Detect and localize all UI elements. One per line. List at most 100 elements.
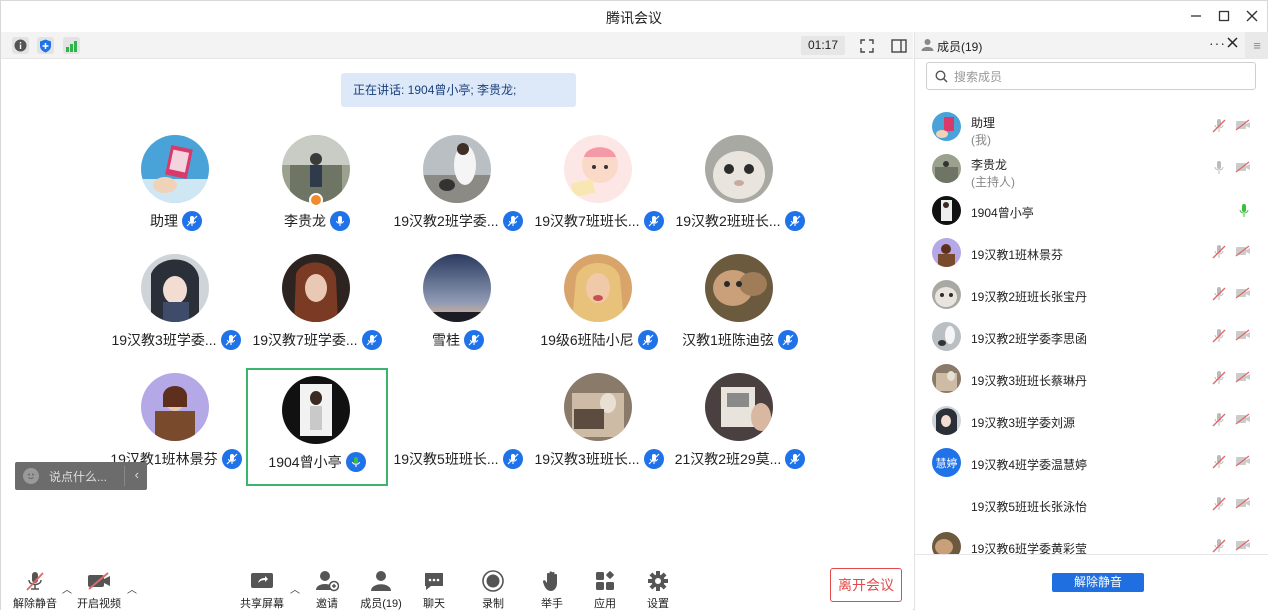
- hamburger-menu-icon[interactable]: ≡: [1245, 32, 1268, 59]
- member-row[interactable]: 19汉教6班学委黄彩莹: [915, 526, 1268, 554]
- chat-label: 聊天: [423, 598, 445, 610]
- share-screen-button[interactable]: 共享屏幕: [237, 569, 287, 610]
- invite-button[interactable]: 邀请: [302, 569, 352, 610]
- video-off-icon: [86, 569, 112, 592]
- video-off-icon[interactable]: [1235, 539, 1251, 554]
- participant-tile[interactable]: 19汉教2班班长...: [669, 127, 811, 245]
- video-off-icon[interactable]: [1235, 413, 1251, 428]
- participant-tile[interactable]: 19汉教3班班长...: [528, 365, 670, 483]
- avatar: [705, 254, 773, 322]
- member-row[interactable]: 19汉教3班学委刘源: [915, 400, 1268, 442]
- share-options-caret-icon[interactable]: ︿: [290, 581, 300, 596]
- start-video-button[interactable]: 开启视频: [74, 569, 124, 610]
- muted-microphone-icon[interactable]: [1212, 244, 1226, 263]
- video-off-icon[interactable]: [1235, 119, 1251, 134]
- muted-microphone-icon[interactable]: [1212, 496, 1226, 515]
- participant-tile[interactable]: 助理: [105, 127, 247, 245]
- fullscreen-icon[interactable]: [857, 36, 877, 55]
- microphone-active-icon[interactable]: [1238, 203, 1250, 222]
- muted-microphone-icon[interactable]: [1212, 370, 1226, 389]
- avatar: [932, 238, 961, 267]
- muted-microphone-icon[interactable]: [1212, 118, 1226, 137]
- member-row[interactable]: 19汉教3班班长蔡琳丹: [915, 358, 1268, 400]
- quick-chat-input[interactable]: 说点什么... ‹: [15, 462, 147, 490]
- apps-button[interactable]: 应用: [580, 569, 630, 610]
- participant-tile[interactable]: 19汉教5班班长...: [387, 365, 529, 483]
- video-options-caret-icon[interactable]: ︿: [127, 581, 137, 596]
- member-row[interactable]: 慧婷 19汉教4班学委温慧婷: [915, 442, 1268, 484]
- participant-tile[interactable]: 19汉教2班学委...: [387, 127, 529, 245]
- participant-tile[interactable]: 汉教1班陈迪弦: [669, 246, 811, 364]
- video-off-icon[interactable]: [1235, 287, 1251, 302]
- participant-tile[interactable]: 19汉教7班学委...: [246, 246, 388, 364]
- member-row[interactable]: 1904曾小亭: [915, 190, 1268, 232]
- participant-name: 19汉教5班班长...: [393, 451, 499, 467]
- video-off-icon[interactable]: [1235, 371, 1251, 386]
- title-bar: 腾讯会议: [1, 1, 1267, 32]
- avatar: [932, 322, 961, 351]
- participant-tile[interactable]: 19汉教7班班长...: [528, 127, 670, 245]
- muted-microphone-icon[interactable]: [1212, 286, 1226, 305]
- participant-tile-active-speaker[interactable]: 1904曾小亭: [246, 368, 388, 486]
- leave-meeting-button[interactable]: 离开会议: [830, 568, 902, 602]
- apps-label: 应用: [594, 598, 616, 610]
- video-off-icon[interactable]: [1235, 161, 1251, 176]
- participant-name: 19汉教2班班长...: [675, 213, 781, 229]
- member-search-input[interactable]: 搜索成员: [926, 62, 1256, 90]
- audio-options-caret-icon[interactable]: ︿: [62, 581, 72, 596]
- member-row[interactable]: 19汉教5班班长张泳怡: [915, 484, 1268, 526]
- emoji-icon[interactable]: [23, 468, 39, 484]
- participant-tile[interactable]: 19汉教3班学委...: [105, 246, 247, 364]
- unmute-all-button[interactable]: 解除静音: [1052, 573, 1144, 592]
- participant-tile[interactable]: 李贵龙: [246, 127, 388, 245]
- member-row[interactable]: 19汉教2班学委李思函: [915, 316, 1268, 358]
- microphone-icon: [330, 211, 350, 231]
- avatar: [932, 280, 961, 309]
- unmute-button[interactable]: 解除静音: [10, 569, 60, 610]
- member-row[interactable]: 助理 (我): [915, 106, 1268, 148]
- muted-microphone-icon[interactable]: [1212, 328, 1226, 347]
- close-panel-icon[interactable]: [1227, 37, 1238, 51]
- muted-microphone-icon: [22, 569, 48, 592]
- avatar: [705, 373, 773, 441]
- maximize-button[interactable]: [1213, 5, 1235, 27]
- muted-microphone-icon[interactable]: [1212, 412, 1226, 431]
- member-row[interactable]: 19汉教2班班长张宝丹: [915, 274, 1268, 316]
- members-panel-footer: 解除静音: [915, 554, 1268, 610]
- gear-icon: [645, 569, 671, 592]
- info-icon[interactable]: [12, 37, 29, 54]
- member-row[interactable]: 李贵龙 (主持人): [915, 148, 1268, 190]
- minimize-button[interactable]: [1185, 5, 1207, 27]
- video-off-icon[interactable]: [1235, 455, 1251, 470]
- chat-button[interactable]: 聊天: [409, 569, 459, 610]
- participant-tile[interactable]: 雪桂: [387, 246, 529, 364]
- member-role: (我): [971, 133, 991, 147]
- raise-hand-button[interactable]: 举手: [527, 569, 577, 610]
- member-row[interactable]: 19汉教1班林景芬: [915, 232, 1268, 274]
- record-button[interactable]: 录制: [468, 569, 518, 610]
- members-panel-header: 成员(19) ··· ≡: [915, 32, 1268, 59]
- close-button[interactable]: [1241, 5, 1263, 27]
- avatar: [282, 376, 350, 444]
- microphone-icon[interactable]: [1212, 160, 1226, 179]
- participant-tile[interactable]: 19级6班陆小尼: [528, 246, 670, 364]
- collapse-chevron-icon[interactable]: ‹: [135, 467, 139, 482]
- muted-microphone-icon[interactable]: [1212, 454, 1226, 473]
- signal-strength-icon[interactable]: [63, 37, 80, 54]
- member-name: 19汉教5班班长张泳怡: [971, 500, 1088, 514]
- meeting-timer: 01:17: [801, 36, 845, 55]
- video-off-icon[interactable]: [1235, 245, 1251, 260]
- layout-sidebar-icon[interactable]: [889, 36, 909, 55]
- more-options-icon[interactable]: ···: [1209, 35, 1226, 51]
- video-off-icon[interactable]: [1235, 329, 1251, 344]
- share-screen-label: 共享屏幕: [240, 598, 284, 610]
- security-shield-icon[interactable]: [37, 37, 54, 54]
- muted-microphone-icon[interactable]: [1212, 538, 1226, 554]
- avatar: [932, 364, 961, 393]
- settings-button[interactable]: 设置: [633, 569, 683, 610]
- member-name: 19汉教2班学委李思函: [971, 332, 1088, 346]
- settings-label: 设置: [647, 598, 669, 610]
- video-off-icon[interactable]: [1235, 497, 1251, 512]
- members-button[interactable]: 成员(19): [356, 569, 406, 610]
- participant-tile[interactable]: 21汉教2班29莫...: [669, 365, 811, 483]
